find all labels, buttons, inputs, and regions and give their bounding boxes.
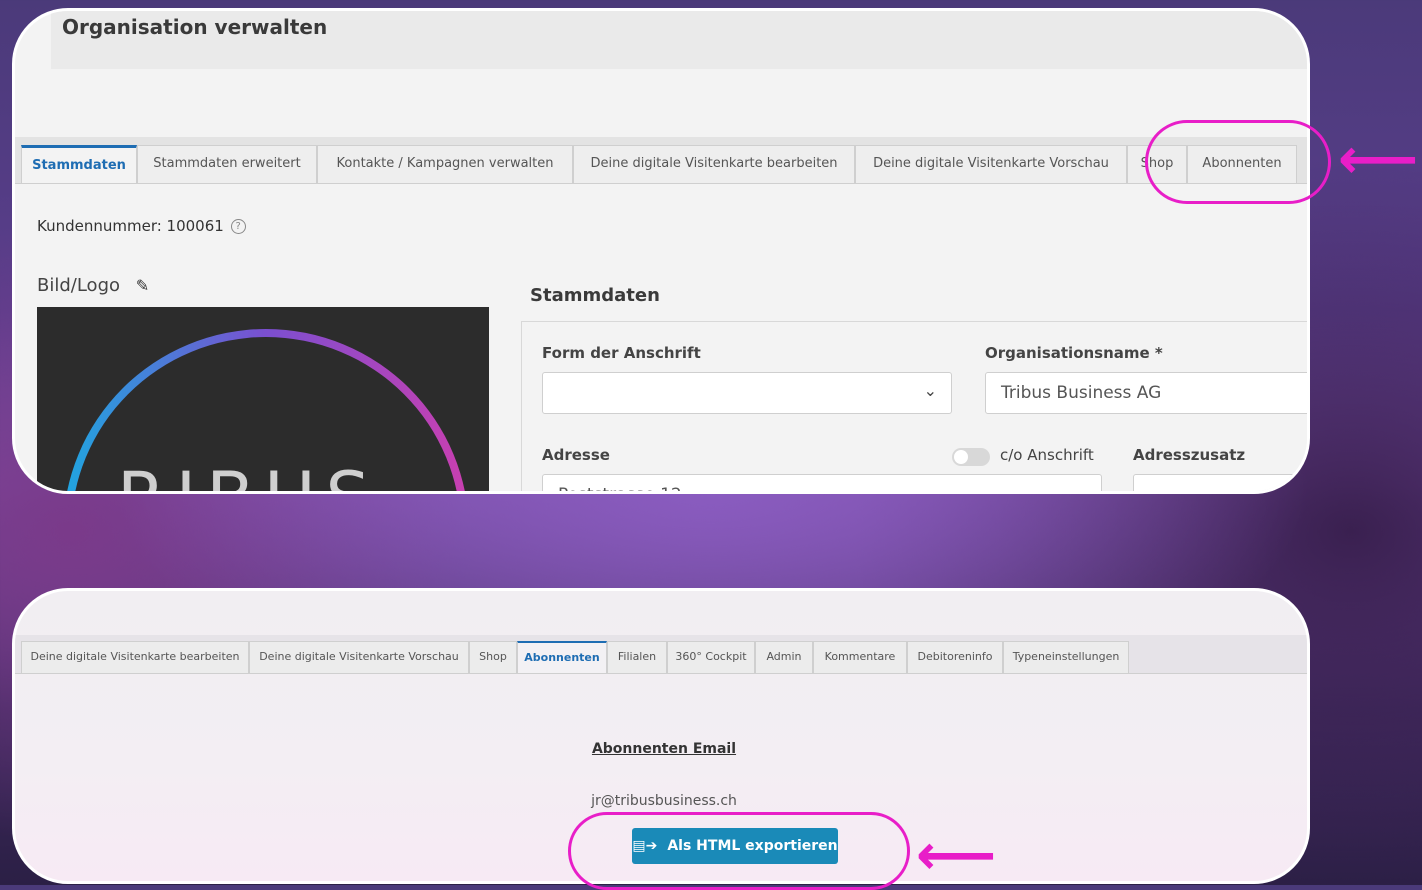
customer-number: Kundennummer: 100061 ?: [37, 217, 246, 235]
adresse-label: Adresse: [542, 446, 610, 464]
tab-stammdaten[interactable]: Stammdaten: [21, 145, 137, 183]
edit-icon[interactable]: ✎: [136, 276, 149, 295]
stammdaten-form: Form der Anschrift ⌄ Organisationsname *…: [521, 321, 1307, 491]
tab-admin[interactable]: Admin: [755, 641, 813, 673]
section-title: Stammdaten: [530, 285, 660, 306]
arrow-left-icon: ⟵: [1338, 127, 1419, 192]
logo-label-row: Bild/Logo ✎: [37, 275, 149, 296]
organisationsname-input[interactable]: Tribus Business AG: [985, 372, 1307, 414]
chevron-down-icon: ⌄: [923, 381, 937, 400]
adresszusatz-input[interactable]: [1133, 474, 1307, 491]
form-der-anschrift-label: Form der Anschrift: [542, 344, 701, 362]
form-der-anschrift-select[interactable]: ⌄: [542, 372, 952, 414]
tab-abonnenten[interactable]: Abonnenten: [517, 641, 607, 673]
tab-visitenkarte-vorschau[interactable]: Deine digitale Visitenkarte Vorschau: [249, 641, 469, 673]
subscriber-email: jr@tribusbusiness.ch: [591, 793, 737, 809]
help-icon[interactable]: ?: [230, 219, 246, 234]
tab-strip: Stammdaten Stammdaten erweitert Kontakte…: [15, 137, 1307, 184]
adresszusatz-label: Adresszusatz: [1133, 446, 1246, 464]
tab-shop[interactable]: Shop: [469, 641, 517, 673]
organisationsname-label: Organisationsname *: [985, 344, 1163, 362]
top-screenshot-panel: Organisation verwalten Stammdaten Stammd…: [12, 8, 1310, 494]
adresse-input[interactable]: Poststrasse 12: [542, 474, 1102, 491]
co-anschrift-toggle[interactable]: [952, 448, 990, 466]
tab-360-cockpit[interactable]: 360° Cockpit: [667, 641, 755, 673]
logo-text: RIBUS: [117, 457, 380, 491]
highlight-circle-export-button: [568, 812, 910, 890]
tab-visitenkarte-vorschau[interactable]: Deine digitale Visitenkarte Vorschau: [855, 145, 1127, 183]
tab-stammdaten-erweitert[interactable]: Stammdaten erweitert: [137, 145, 317, 183]
tab-typeneinstellungen[interactable]: Typeneinstellungen: [1003, 641, 1129, 673]
customer-number-label: Kundennummer: 100061: [37, 217, 224, 235]
co-anschrift-label: c/o Anschrift: [1000, 446, 1094, 464]
page-title: Organisation verwalten: [62, 15, 328, 39]
abonnenten-email-title: Abonnenten Email: [591, 741, 737, 757]
tab-visitenkarte-bearbeiten[interactable]: Deine digitale Visitenkarte bearbeiten: [21, 641, 249, 673]
tab-kommentare[interactable]: Kommentare: [813, 641, 907, 673]
tab-kontakte-kampagnen[interactable]: Kontakte / Kampagnen verwalten: [317, 145, 573, 183]
tab-filialen[interactable]: Filialen: [607, 641, 667, 673]
tab-debitoreninfo[interactable]: Debitoreninfo: [907, 641, 1003, 673]
tab-visitenkarte-bearbeiten[interactable]: Deine digitale Visitenkarte bearbeiten: [573, 145, 855, 183]
logo-label: Bild/Logo: [37, 275, 121, 296]
logo-image: RIBUS: [37, 307, 489, 491]
highlight-circle-abonnenten-tab: [1145, 120, 1331, 204]
tab-strip-bottom: Deine digitale Visitenkarte bearbeiten D…: [15, 635, 1307, 674]
arrow-left-icon: ⟵: [916, 823, 997, 888]
